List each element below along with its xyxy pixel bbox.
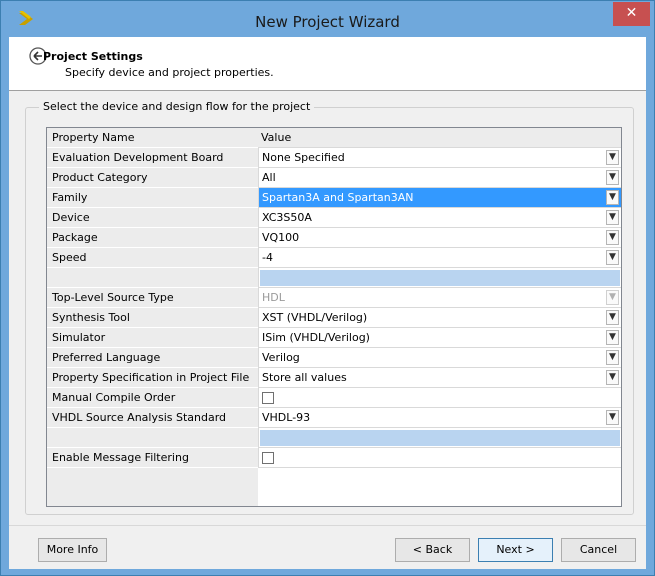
property-value-select[interactable]: -4 ▼ [258, 248, 621, 268]
property-name [47, 268, 258, 288]
footer-divider [9, 525, 646, 526]
property-name: Speed [47, 248, 258, 268]
chevron-down-icon[interactable]: ▼ [606, 410, 619, 425]
spacer-strip [260, 270, 620, 286]
back-button[interactable]: < Back [395, 538, 470, 562]
property-value-select[interactable]: Verilog ▼ [258, 348, 621, 368]
chevron-down-icon[interactable]: ▼ [606, 350, 619, 365]
property-value-select[interactable]: Store all values ▼ [258, 368, 621, 388]
window-title: New Project Wizard [255, 13, 400, 31]
table-row[interactable]: Simulator ISim (VHDL/Verilog) ▼ [47, 328, 621, 348]
table-row[interactable]: Enable Message Filtering [47, 448, 621, 468]
value-header: Value [258, 128, 621, 148]
property-name: VHDL Source Analysis Standard [47, 408, 258, 428]
property-value-select[interactable]: Spartan3A and Spartan3AN ▼ [258, 188, 621, 208]
property-value-cell[interactable] [258, 448, 621, 468]
close-button[interactable]: ✕ [613, 2, 650, 26]
next-button[interactable]: Next > [478, 538, 553, 562]
chevron-down-icon[interactable]: ▼ [606, 190, 619, 205]
property-value: Store all values [262, 371, 347, 384]
more-info-button[interactable]: More Info [38, 538, 107, 562]
manual-compile-order-checkbox[interactable] [262, 392, 274, 404]
page-subtitle: Specify device and project properties. [65, 66, 274, 79]
chevron-down-icon[interactable]: ▼ [606, 310, 619, 325]
table-row[interactable]: Family Spartan3A and Spartan3AN ▼ [47, 188, 621, 208]
property-value: XC3S50A [262, 211, 312, 224]
table-row[interactable]: Manual Compile Order [47, 388, 621, 408]
property-name: Enable Message Filtering [47, 448, 258, 468]
group-label: Select the device and design flow for th… [39, 100, 315, 113]
property-value: Verilog [262, 351, 300, 364]
property-name: Top-Level Source Type [47, 288, 258, 308]
property-value-select[interactable]: VHDL-93 ▼ [258, 408, 621, 428]
spacer-value [258, 268, 621, 288]
property-value: XST (VHDL/Verilog) [262, 311, 368, 324]
property-name: Manual Compile Order [47, 388, 258, 408]
chevron-down-icon[interactable]: ▼ [606, 210, 619, 225]
property-value-select[interactable]: XST (VHDL/Verilog) ▼ [258, 308, 621, 328]
grid-header-row: Property Name Value [47, 128, 621, 148]
title-bar[interactable]: New Project Wizard ✕ [1, 1, 654, 37]
chevron-down-icon[interactable]: ▼ [606, 250, 619, 265]
cancel-button[interactable]: Cancel [561, 538, 636, 562]
table-row[interactable]: Preferred Language Verilog ▼ [47, 348, 621, 368]
chevron-down-icon[interactable]: ▼ [606, 150, 619, 165]
table-row[interactable]: Product Category All ▼ [47, 168, 621, 188]
table-row: Top-Level Source Type HDL ▼ [47, 288, 621, 308]
property-name: Preferred Language [47, 348, 258, 368]
table-row-spacer [47, 428, 621, 448]
table-row[interactable]: Synthesis Tool XST (VHDL/Verilog) ▼ [47, 308, 621, 328]
property-value-select[interactable]: ISim (VHDL/Verilog) ▼ [258, 328, 621, 348]
property-value: VQ100 [262, 231, 300, 244]
property-value: VHDL-93 [262, 411, 311, 424]
property-name: Simulator [47, 328, 258, 348]
property-value: -4 [262, 251, 273, 264]
property-value: ISim (VHDL/Verilog) [262, 331, 370, 344]
chevron-down-icon[interactable]: ▼ [606, 330, 619, 345]
table-row[interactable]: Speed -4 ▼ [47, 248, 621, 268]
property-value-select: HDL ▼ [258, 288, 621, 308]
table-row[interactable]: Package VQ100 ▼ [47, 228, 621, 248]
property-name: Package [47, 228, 258, 248]
enable-message-filtering-checkbox[interactable] [262, 452, 274, 464]
property-name: Evaluation Development Board [47, 148, 258, 168]
property-value: All [262, 171, 276, 184]
property-name [47, 428, 258, 448]
chevron-down-icon[interactable]: ▼ [606, 230, 619, 245]
chevron-down-icon[interactable]: ▼ [606, 170, 619, 185]
chevron-down-icon[interactable]: ▼ [606, 370, 619, 385]
spacer-value [258, 428, 621, 448]
property-name: Device [47, 208, 258, 228]
property-value-select[interactable]: None Specified ▼ [258, 148, 621, 168]
table-row[interactable]: VHDL Source Analysis Standard VHDL-93 ▼ [47, 408, 621, 428]
spacer-strip [260, 430, 620, 446]
property-value: HDL [262, 291, 285, 304]
table-row-spacer [47, 268, 621, 288]
property-value-select[interactable]: XC3S50A ▼ [258, 208, 621, 228]
wizard-window: New Project Wizard ✕ Project Settings Sp… [0, 0, 655, 576]
wizard-client: Project Settings Specify device and proj… [9, 37, 646, 569]
table-row[interactable]: Evaluation Development Board None Specif… [47, 148, 621, 168]
property-name: Product Category [47, 168, 258, 188]
table-row[interactable]: Property Specification in Project File S… [47, 368, 621, 388]
chevron-down-icon: ▼ [606, 290, 619, 305]
property-name: Property Specification in Project File [47, 368, 258, 388]
property-value: None Specified [262, 151, 345, 164]
table-row[interactable]: Device XC3S50A ▼ [47, 208, 621, 228]
property-value: Spartan3A and Spartan3AN [262, 191, 414, 204]
property-grid: Property Name Value Evaluation Developme… [46, 127, 622, 507]
property-value-cell[interactable] [258, 388, 621, 408]
property-name: Family [47, 188, 258, 208]
property-name-header: Property Name [47, 128, 258, 148]
property-name: Synthesis Tool [47, 308, 258, 328]
page-title: Project Settings [43, 50, 143, 63]
property-value-select[interactable]: All ▼ [258, 168, 621, 188]
property-value-select[interactable]: VQ100 ▼ [258, 228, 621, 248]
page-header: Project Settings Specify device and proj… [9, 37, 646, 91]
